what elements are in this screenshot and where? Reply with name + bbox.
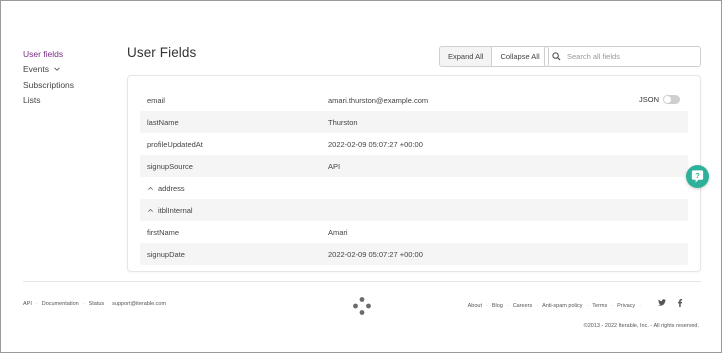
footer-link-anti-spam-policy[interactable]: Anti-spam policy bbox=[542, 303, 582, 309]
app-frame: User fields Events Subscriptions Lists U… bbox=[0, 0, 722, 353]
footer-link-about[interactable]: About bbox=[468, 303, 482, 309]
footer-separator: · bbox=[639, 303, 641, 309]
footer-separator: · bbox=[82, 301, 85, 307]
field-value: API bbox=[328, 161, 341, 171]
sidebar-nav: User fields Events Subscriptions Lists bbox=[23, 46, 113, 108]
field-key: itblInternal bbox=[140, 206, 328, 215]
footer-link-status[interactable]: Status bbox=[89, 301, 105, 307]
footer-divider bbox=[23, 281, 701, 282]
copyright: ©2013 - 2022 Iterable, Inc. - All rights… bbox=[583, 323, 699, 329]
field-key-label: email bbox=[147, 95, 165, 105]
field-key-label: firstName bbox=[147, 227, 180, 237]
footer-link-documentation[interactable]: Documentation bbox=[42, 301, 79, 307]
field-value: 2022-02-09 05:07:27 +00:00 bbox=[328, 249, 423, 259]
field-key: email bbox=[140, 96, 328, 105]
field-value: 2022-02-09 05:07:27 +00:00 bbox=[328, 139, 423, 149]
footer-separator: · bbox=[485, 303, 488, 309]
field-row: email amari.thurston@example.com bbox=[140, 89, 688, 111]
field-key: signupDate bbox=[140, 250, 328, 259]
iterable-logo bbox=[353, 297, 371, 315]
field-list: email amari.thurston@example.com lastName T… bbox=[140, 89, 688, 265]
footer-link-terms[interactable]: Terms bbox=[592, 303, 607, 309]
field-key-label: profileUpdatedAt bbox=[147, 139, 203, 149]
field-value: Amari bbox=[328, 227, 348, 237]
footer-link-careers[interactable]: Careers bbox=[513, 303, 533, 309]
field-value: amari.thurston@example.com bbox=[328, 95, 429, 105]
field-row: firstName Amari bbox=[140, 221, 688, 243]
footer-separator: · bbox=[586, 303, 589, 309]
svg-text:?: ? bbox=[695, 171, 700, 180]
field-row[interactable]: address bbox=[140, 177, 688, 199]
collapse-all-button[interactable]: Collapse All bbox=[491, 47, 548, 66]
chevron-up-icon[interactable] bbox=[147, 207, 154, 214]
field-row: lastName Thurston bbox=[140, 111, 688, 133]
sidebar-item-subscriptions[interactable]: Subscriptions bbox=[23, 77, 113, 93]
page-title: User Fields bbox=[127, 45, 197, 60]
field-key-label: address bbox=[158, 183, 185, 193]
field-key: signupSource bbox=[140, 162, 328, 171]
sidebar-item-user-fields[interactable]: User fields bbox=[23, 46, 113, 62]
field-key-label: signupDate bbox=[147, 249, 185, 259]
footer-link-support-email[interactable]: support@iterable.com bbox=[112, 301, 166, 307]
field-value: Thurston bbox=[328, 117, 358, 127]
field-key-label: signupSource bbox=[147, 161, 193, 171]
field-key: address bbox=[140, 184, 328, 193]
help-button[interactable]: ? bbox=[686, 165, 709, 188]
user-fields-card: JSON email amari.thurston@example.com last… bbox=[127, 75, 701, 272]
field-row: profileUpdatedAt 2022-02-09 05:07:27 +00:… bbox=[140, 133, 688, 155]
footer-separator: · bbox=[536, 303, 539, 309]
chevron-down-icon bbox=[54, 67, 60, 72]
social-links bbox=[658, 299, 683, 307]
footer-separator: · bbox=[611, 303, 614, 309]
facebook-icon[interactable] bbox=[677, 299, 683, 307]
field-row: signupDate 2022-02-09 05:07:27 +00:00 bbox=[140, 243, 688, 265]
field-row: signupSource API bbox=[140, 155, 688, 177]
sidebar-item-label: Lists bbox=[23, 95, 41, 106]
footer-separator: · bbox=[35, 301, 38, 307]
footer-right-links: About · Blog · Careers · Anti-spam polic… bbox=[468, 303, 641, 309]
field-key-label: itblInternal bbox=[158, 205, 193, 215]
footer-link-privacy[interactable]: Privacy bbox=[617, 303, 635, 309]
field-key-label: lastName bbox=[147, 117, 179, 127]
search-icon bbox=[552, 52, 561, 61]
footer-left-links: API · Documentation · Status support@ite… bbox=[23, 301, 166, 307]
sidebar-item-events[interactable]: Events bbox=[23, 62, 113, 78]
sidebar-item-label: User fields bbox=[23, 48, 64, 59]
sidebar-item-label: Events bbox=[23, 64, 49, 75]
footer-link-api[interactable]: API bbox=[23, 301, 32, 307]
sidebar-item-label: Subscriptions bbox=[23, 79, 75, 90]
field-key: lastName bbox=[140, 118, 328, 127]
footer-separator: · bbox=[506, 303, 509, 309]
search-input[interactable] bbox=[567, 52, 692, 61]
field-key: firstName bbox=[140, 228, 328, 237]
help-icon: ? bbox=[691, 170, 704, 183]
footer-link-blog[interactable]: Blog bbox=[492, 303, 503, 309]
field-key: profileUpdatedAt bbox=[140, 140, 328, 149]
sidebar-item-lists[interactable]: Lists bbox=[23, 93, 113, 109]
chevron-up-icon[interactable] bbox=[147, 185, 154, 192]
field-row[interactable]: itblInternal bbox=[140, 199, 688, 221]
search-box bbox=[544, 46, 701, 67]
expand-collapse-group: Expand All Collapse All bbox=[439, 46, 549, 67]
expand-all-button[interactable]: Expand All bbox=[440, 47, 492, 66]
twitter-icon[interactable] bbox=[658, 299, 666, 306]
